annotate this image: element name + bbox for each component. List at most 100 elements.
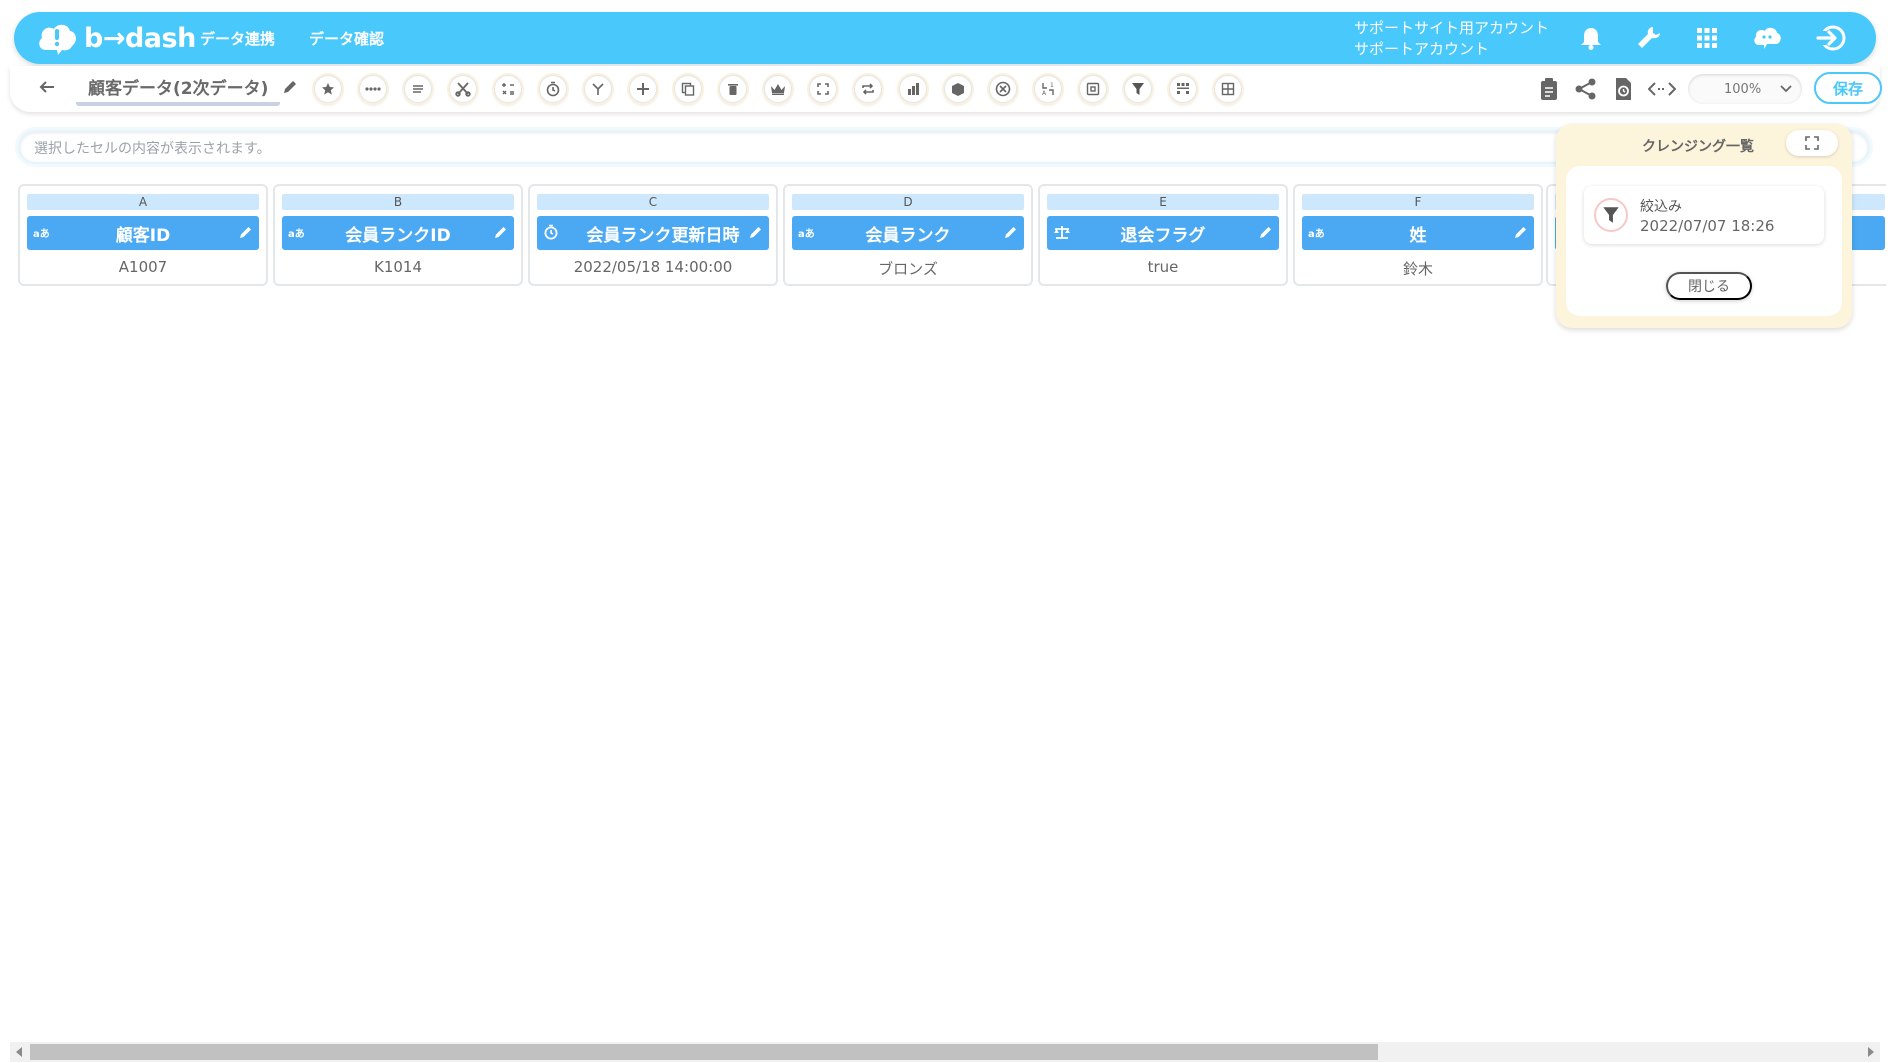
crown-icon xyxy=(771,84,785,95)
add-tool[interactable] xyxy=(629,75,657,103)
column-header[interactable]: aあ 顧客ID xyxy=(27,216,259,250)
code-arrows-icon[interactable] xyxy=(1648,79,1676,99)
column-header[interactable]: 退会フラグ xyxy=(1047,216,1279,250)
column-letter: C xyxy=(537,194,769,210)
cleansing-item-date: 2022/07/07 18:26 xyxy=(1640,217,1775,235)
expand-tool[interactable] xyxy=(809,75,837,103)
column-card[interactable]: D aあ 会員ランク ブロンズ xyxy=(783,184,1033,286)
column-name: 会員ランク更新日時 xyxy=(586,225,740,246)
package-tool[interactable] xyxy=(944,75,972,103)
column-card[interactable]: F aあ 姓 鈴木 xyxy=(1293,184,1543,286)
edit-pencil-icon[interactable] xyxy=(1514,225,1528,239)
data-title[interactable]: 顧客データ(2次データ) xyxy=(76,74,281,106)
column-header[interactable]: aあ 会員ランクID xyxy=(282,216,514,250)
table-tool[interactable] xyxy=(1214,75,1242,103)
scroll-thumb[interactable] xyxy=(30,1044,1378,1060)
frame-icon xyxy=(1086,82,1100,96)
column-card[interactable]: A aあ 顧客ID A1007 xyxy=(18,184,268,286)
clock-icon xyxy=(544,224,558,240)
panel-expand-button[interactable] xyxy=(1786,130,1838,156)
back-arrow-icon[interactable] xyxy=(38,78,56,96)
text-type-icon: aあ xyxy=(798,229,815,240)
zoom-select[interactable]: 100% xyxy=(1688,74,1802,104)
text-type-icon: aあ xyxy=(1308,229,1325,240)
column-header[interactable]: aあ 姓 xyxy=(1302,216,1534,250)
nav-data-link[interactable]: データ連携 xyxy=(200,28,275,49)
cleansing-list-panel: クレンジング一覧 絞込み 2022/07/07 18:26 閉じる xyxy=(1556,124,1852,328)
scroll-left-arrow[interactable] xyxy=(16,1047,22,1057)
zoom-value: 100% xyxy=(1724,81,1762,97)
filter-icon xyxy=(1603,207,1619,223)
column-header[interactable]: 会員ランク更新日時 xyxy=(537,216,769,250)
right-tools xyxy=(1538,77,1676,101)
logo-text: b→dash xyxy=(84,22,196,54)
panel-body: 絞込み 2022/07/07 18:26 閉じる xyxy=(1566,166,1842,316)
logout-icon[interactable] xyxy=(1816,25,1846,51)
merge-tool[interactable] xyxy=(584,75,612,103)
frame-tool[interactable] xyxy=(1079,75,1107,103)
plus-icon xyxy=(637,83,649,95)
cell-value[interactable]: true xyxy=(1047,258,1279,276)
cleansing-item[interactable]: 絞込み 2022/07/07 18:26 xyxy=(1584,186,1824,244)
edit-pencil-icon[interactable] xyxy=(494,225,508,239)
column-header[interactable]: aあ 会員ランク xyxy=(792,216,1024,250)
support-cloud-icon[interactable] xyxy=(1752,25,1782,51)
text-lines-tool[interactable] xyxy=(404,75,432,103)
star-icon xyxy=(322,83,334,95)
column-card[interactable]: C 会員ランク更新日時 2022/05/18 14:00:00 xyxy=(528,184,778,286)
scissors-tool[interactable] xyxy=(449,75,477,103)
column-name: 姓 xyxy=(1409,225,1427,246)
edit-pencil-icon[interactable] xyxy=(1259,225,1273,239)
calculation-icon xyxy=(502,83,514,95)
logo[interactable]: b→dash xyxy=(36,20,196,56)
edit-pencil-icon[interactable] xyxy=(1004,225,1018,239)
filter-tool[interactable] xyxy=(1124,75,1152,103)
text-lines-icon xyxy=(413,85,423,93)
circle-x-icon xyxy=(995,81,1011,97)
cell-value[interactable]: A1007 xyxy=(27,258,259,276)
copy-tool[interactable] xyxy=(674,75,702,103)
svg-text:1: 1 xyxy=(1050,82,1054,89)
timer-tool[interactable] xyxy=(539,75,567,103)
nav-data-check[interactable]: データ確認 xyxy=(309,28,384,49)
delete-tool[interactable] xyxy=(719,75,747,103)
cell-value[interactable]: ブロンズ xyxy=(792,258,1024,279)
cleansing-item-icon xyxy=(1594,198,1628,232)
share-icon[interactable] xyxy=(1574,77,1598,101)
edit-pencil-icon[interactable] xyxy=(239,225,253,239)
column-card[interactable]: E 退会フラグ true xyxy=(1038,184,1288,286)
svg-text:A: A xyxy=(1042,90,1047,97)
chart-tool[interactable] xyxy=(899,75,927,103)
dots-tool[interactable] xyxy=(359,75,387,103)
title-edit-pencil-icon[interactable] xyxy=(282,79,298,95)
cancel-tool[interactable] xyxy=(989,75,1017,103)
wrench-icon[interactable] xyxy=(1636,25,1662,51)
repeat-tool[interactable] xyxy=(854,75,882,103)
column-name: 顧客ID xyxy=(115,225,171,246)
clipboard-icon[interactable] xyxy=(1538,77,1560,101)
edit-pencil-icon[interactable] xyxy=(749,225,763,239)
save-button[interactable]: 保存 xyxy=(1814,72,1882,104)
filter-icon xyxy=(1132,83,1144,95)
account-info[interactable]: サポートサイト用アカウント サポートアカウント xyxy=(1354,18,1549,60)
grid-dots-tool[interactable] xyxy=(1169,75,1197,103)
account-user: サポートアカウント xyxy=(1354,40,1490,58)
history-file-icon[interactable] xyxy=(1612,77,1634,101)
dots-icon xyxy=(365,87,381,91)
timer-icon xyxy=(546,81,560,97)
cell-value[interactable]: K1014 xyxy=(282,258,514,276)
horizontal-scrollbar[interactable] xyxy=(10,1042,1880,1062)
calc-tool[interactable] xyxy=(494,75,522,103)
scroll-right-arrow[interactable] xyxy=(1868,1047,1874,1057)
cell-value[interactable]: 2022/05/18 14:00:00 xyxy=(537,258,769,276)
repeat-icon xyxy=(862,83,874,95)
star-tool[interactable] xyxy=(314,75,342,103)
bell-icon[interactable] xyxy=(1580,26,1602,50)
crown-tool[interactable] xyxy=(764,75,792,103)
close-button[interactable]: 閉じる xyxy=(1666,272,1752,300)
column-card[interactable]: B aあ 会員ランクID K1014 xyxy=(273,184,523,286)
cell-value[interactable]: 鈴木 xyxy=(1302,258,1534,279)
fullscreen-icon xyxy=(1805,136,1819,150)
convert-tool[interactable]: A1 xyxy=(1034,75,1062,103)
apps-grid-icon[interactable] xyxy=(1696,27,1718,49)
